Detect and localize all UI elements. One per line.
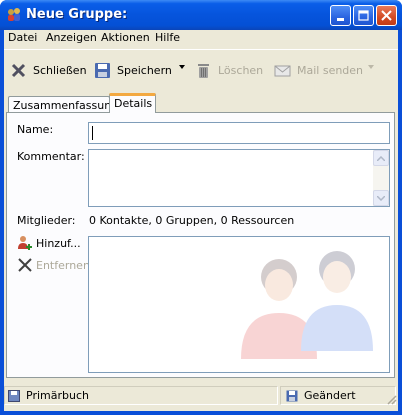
change-state: Geändert [304,389,356,402]
add-member-label: Hinzuf... [36,236,81,250]
trash-can-icon [198,63,209,78]
save-tool-button[interactable]: Speichern [94,60,172,80]
members-summary: 0 Kontakte, 0 Gruppen, 0 Ressourcen [89,214,295,227]
close-x-icon [11,63,26,77]
floppy-disk-small-icon [286,390,298,401]
resize-grip-icon[interactable] [385,393,397,405]
change-status: Geändert [280,386,396,405]
delete-tool-label: Löschen [218,63,264,77]
floppy-disk-icon [95,62,110,78]
menu-aktionen[interactable]: Aktionen [101,31,150,44]
addressbook-name: Primärbuch [26,389,89,402]
chevron-down-icon [377,195,385,201]
addressbook-status: Primärbuch [4,386,278,405]
minimize-icon [336,17,344,21]
comment-scrollbar[interactable] [373,150,389,206]
tab-details[interactable]: Details [109,93,156,113]
window-title: Neue Gruppe: [26,7,128,22]
chevron-up-icon [377,155,385,161]
details-panel: Name: Kommentar: Mitglieder: 0 Kontakte,… [6,112,395,378]
title-bar[interactable]: Neue Gruppe: [0,0,402,30]
name-input[interactable] [88,122,390,144]
menu-bar: Datei Anzeigen Aktionen Hilfe [4,30,398,46]
envelope-icon [274,65,291,76]
group-icon [8,8,20,21]
delete-tool-button[interactable]: Löschen [195,60,263,80]
minimize-button[interactable] [330,5,351,26]
members-label: Mitglieder: [17,214,76,227]
close-tool-label: Schließen [33,63,87,77]
addressbook-icon [8,389,20,402]
scroll-down-button[interactable] [373,190,389,206]
send-mail-tool-button[interactable]: Mail senden [274,60,363,80]
comment-label: Kommentar: [17,150,85,163]
name-label: Name: [17,123,54,136]
menu-datei[interactable]: Datei [8,31,37,44]
close-icon [381,10,392,21]
send-mail-tool-label: Mail senden [297,63,364,77]
remove-x-icon [18,258,32,272]
add-member-button[interactable]: Hinzuf... [17,235,81,251]
maximize-icon [358,10,369,21]
app-window: Neue Gruppe: Datei Anzeigen Aktionen Hil… [0,0,402,415]
save-dropdown-arrow[interactable] [179,65,185,69]
menu-anzeigen[interactable]: Anzeigen [46,31,97,44]
add-person-icon [18,236,32,250]
remove-member-button[interactable]: Entfernen [17,257,90,273]
save-tool-label: Speichern [117,63,172,77]
members-list[interactable] [88,236,390,373]
comment-textarea[interactable] [88,149,390,207]
text-cursor [92,126,93,140]
window-client: Datei Anzeigen Aktionen Hilfe Schließen … [4,30,398,411]
close-tool-button[interactable]: Schließen [10,60,87,80]
close-button[interactable] [376,5,397,26]
status-bar: Primärbuch Geändert [4,383,398,407]
maximize-button[interactable] [353,5,374,26]
group-watermark-icon [241,251,373,359]
tab-zusammenfassung[interactable]: Zusammenfassung [8,96,118,113]
tab-strip: Zusammenfassung Details [4,93,398,113]
remove-member-label: Entfernen [36,258,90,272]
toolbar: Schließen Speichern Löschen Mail senden [4,49,398,89]
menu-hilfe[interactable]: Hilfe [155,31,180,44]
scroll-up-button[interactable] [373,150,389,166]
mail-dropdown-arrow[interactable] [368,65,374,69]
